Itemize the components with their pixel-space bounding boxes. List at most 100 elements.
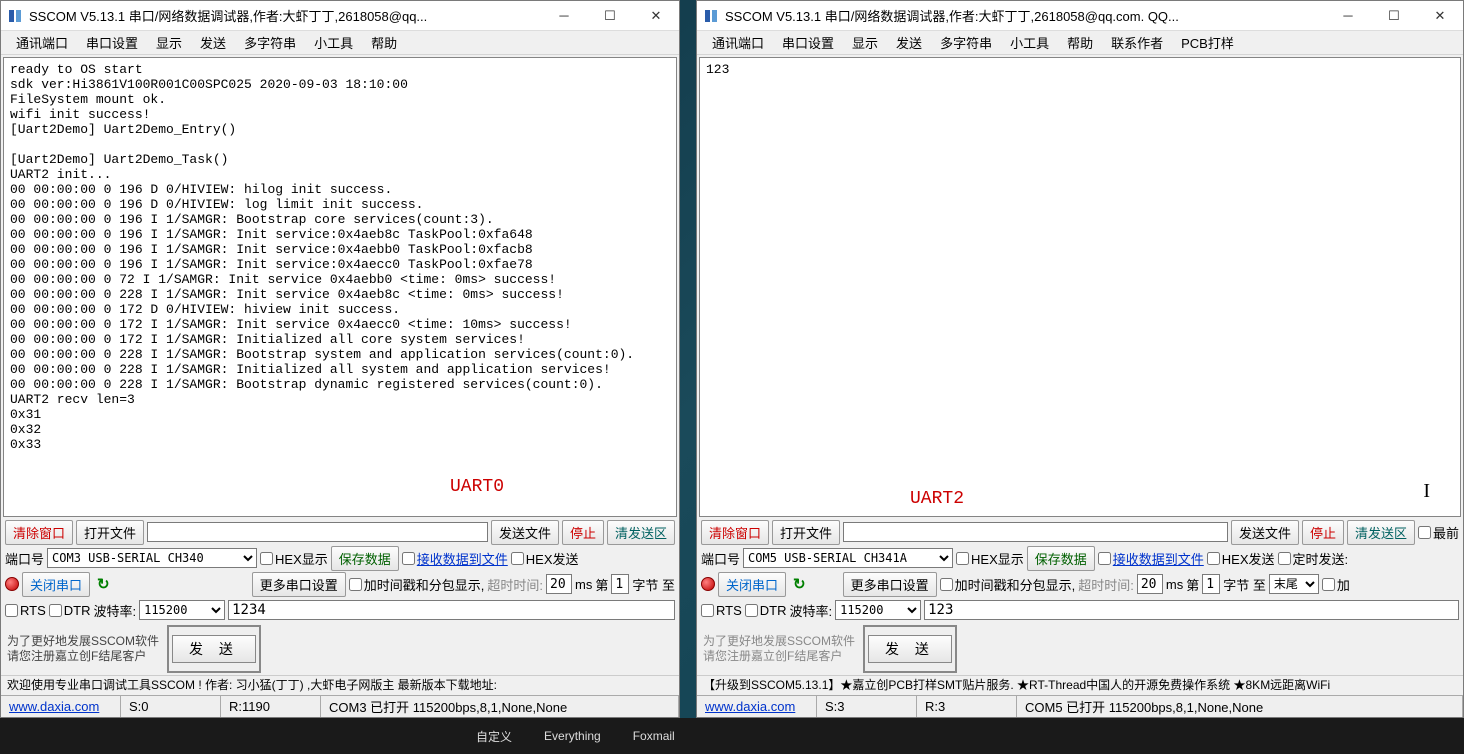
window-title: SSCOM V5.13.1 串口/网络数据调试器,作者:大虾丁丁,2618058… <box>29 6 541 25</box>
menu-contact[interactable]: 联系作者 <box>1102 31 1172 54</box>
port-select[interactable]: COM3 USB-SERIAL CH340 <box>47 548 257 568</box>
send-text-input[interactable] <box>924 600 1459 620</box>
more-settings-button[interactable]: 更多串口设置 <box>843 572 937 597</box>
menu-display[interactable]: 显示 <box>843 31 887 54</box>
send-text-input[interactable] <box>228 600 675 620</box>
close-button[interactable]: ✕ <box>633 1 679 31</box>
timeout-input[interactable] <box>546 574 572 594</box>
app-icon <box>703 8 719 24</box>
send-button[interactable]: 发 送 <box>868 635 952 663</box>
titlebar[interactable]: SSCOM V5.13.1 串口/网络数据调试器,作者:大虾丁丁,2618058… <box>697 1 1463 31</box>
menubar: 通讯端口 串口设置 显示 发送 多字符串 小工具 帮助 <box>1 31 679 55</box>
terminal-output[interactable]: 123UART2I <box>699 57 1461 517</box>
close-button[interactable]: ✕ <box>1417 1 1463 31</box>
minimize-button[interactable]: ─ <box>541 1 587 31</box>
timestamp-checkbox[interactable]: 加时间戳和分包显示, <box>940 575 1076 594</box>
close-com-button[interactable]: 关闭串口 <box>718 572 786 597</box>
open-file-button[interactable]: 打开文件 <box>772 520 840 545</box>
menu-multistr[interactable]: 多字符串 <box>235 31 305 54</box>
menu-help[interactable]: 帮助 <box>362 31 406 54</box>
recv-to-file-checkbox[interactable]: 接收数据到文件 <box>402 549 508 568</box>
recv-to-file-checkbox[interactable]: 接收数据到文件 <box>1098 549 1204 568</box>
file-path-input[interactable] <box>147 522 488 542</box>
record-icon <box>701 577 715 591</box>
send-file-button[interactable]: 发送文件 <box>491 520 559 545</box>
port-label: 端口号 <box>5 549 44 568</box>
menubar: 通讯端口 串口设置 显示 发送 多字符串 小工具 帮助 联系作者 PCB打样 <box>697 31 1463 55</box>
maximize-button[interactable]: ☐ <box>587 1 633 31</box>
reload-icon[interactable]: ↻ <box>93 575 114 593</box>
hex-show-checkbox[interactable]: HEX显示 <box>260 549 328 568</box>
timestamp-checkbox[interactable]: 加时间戳和分包显示, <box>349 575 485 594</box>
footer-links: 【升级到SSCOM5.13.1】★嘉立创PCB打样SMT贴片服务. ★RT-Th… <box>697 675 1463 695</box>
toolbar-row-1: 清除窗口 打开文件 发送文件 停止 清发送区 <box>1 519 679 545</box>
hex-send-checkbox[interactable]: HEX发送 <box>511 549 579 568</box>
save-data-button[interactable]: 保存数据 <box>331 546 399 571</box>
hex-send-checkbox[interactable]: HEX发送 <box>1207 549 1275 568</box>
byte-no-input[interactable] <box>611 574 629 594</box>
taskbar-item[interactable]: Foxmail <box>617 729 691 743</box>
menu-comm[interactable]: 通讯端口 <box>7 31 77 54</box>
status-site[interactable]: www.daxia.com <box>697 696 817 717</box>
status-site[interactable]: www.daxia.com <box>1 696 121 717</box>
minimize-button[interactable]: ─ <box>1325 1 1371 31</box>
menu-comm[interactable]: 通讯端口 <box>703 31 773 54</box>
menu-send[interactable]: 发送 <box>887 31 931 54</box>
hex-show-checkbox[interactable]: HEX显示 <box>956 549 1024 568</box>
dtr-checkbox[interactable]: DTR <box>745 603 787 618</box>
taskbar-item[interactable]: 自定义 <box>460 728 528 745</box>
toolbar-row-2: 端口号 COM5 USB-SERIAL CH341A HEX显示 保存数据 接收… <box>697 545 1463 571</box>
menu-display[interactable]: 显示 <box>147 31 191 54</box>
timeout-input[interactable] <box>1137 574 1163 594</box>
menu-help[interactable]: 帮助 <box>1058 31 1102 54</box>
status-bar: www.daxia.com S:3 R:3 COM5 已打开 115200bps… <box>697 695 1463 717</box>
taskbar-item[interactable]: Everything <box>528 729 617 743</box>
byte-no-input[interactable] <box>1202 574 1220 594</box>
jia-checkbox[interactable]: 加 <box>1322 575 1350 594</box>
taskbar[interactable]: 自定义 Everything Foxmail <box>0 718 1464 754</box>
send-file-button[interactable]: 发送文件 <box>1231 520 1299 545</box>
menu-pcb[interactable]: PCB打样 <box>1172 31 1243 54</box>
open-file-button[interactable]: 打开文件 <box>76 520 144 545</box>
status-com: COM3 已打开 115200bps,8,1,None,None <box>321 696 679 717</box>
clear-window-button[interactable]: 清除窗口 <box>701 520 769 545</box>
timeout-label: 超时时间: <box>1078 575 1134 594</box>
titlebar[interactable]: SSCOM V5.13.1 串口/网络数据调试器,作者:大虾丁丁,2618058… <box>1 1 679 31</box>
clear-send-button[interactable]: 清发送区 <box>607 520 675 545</box>
stop-button[interactable]: 停止 <box>562 520 604 545</box>
menu-serial[interactable]: 串口设置 <box>77 31 147 54</box>
rts-checkbox[interactable]: RTS <box>701 603 742 618</box>
menu-tools[interactable]: 小工具 <box>305 31 362 54</box>
menu-multistr[interactable]: 多字符串 <box>931 31 1001 54</box>
close-com-button[interactable]: 关闭串口 <box>22 572 90 597</box>
status-r: R:3 <box>917 696 1017 717</box>
send-button[interactable]: 发 送 <box>172 635 256 663</box>
mowei-select[interactable]: 末尾 <box>1269 574 1319 594</box>
menu-send[interactable]: 发送 <box>191 31 235 54</box>
stop-button[interactable]: 停止 <box>1302 520 1344 545</box>
dtr-checkbox[interactable]: DTR <box>49 603 91 618</box>
clear-window-button[interactable]: 清除窗口 <box>5 520 73 545</box>
maximize-button[interactable]: ☐ <box>1371 1 1417 31</box>
menu-tools[interactable]: 小工具 <box>1001 31 1058 54</box>
timeout-label: 超时时间: <box>487 575 543 594</box>
toolbar-row-4: RTS DTR 波特率: 115200 <box>697 597 1463 623</box>
baud-select[interactable]: 115200 <box>835 600 921 620</box>
rts-checkbox[interactable]: RTS <box>5 603 46 618</box>
save-data-button[interactable]: 保存数据 <box>1027 546 1095 571</box>
more-settings-button[interactable]: 更多串口设置 <box>252 572 346 597</box>
toolbar-row-2: 端口号 COM3 USB-SERIAL CH340 HEX显示 保存数据 接收数… <box>1 545 679 571</box>
menu-serial[interactable]: 串口设置 <box>773 31 843 54</box>
baud-select[interactable]: 115200 <box>139 600 225 620</box>
port-select[interactable]: COM5 USB-SERIAL CH341A <box>743 548 953 568</box>
promo-row: 为了更好地发展SSCOM软件 请您注册嘉立创F结尾客户 发 送 <box>697 623 1463 675</box>
baud-label: 波特率: <box>93 601 136 620</box>
file-path-input[interactable] <box>843 522 1228 542</box>
toolbar-row-3: 关闭串口 ↻ 更多串口设置 加时间戳和分包显示, 超时时间: ms 第 字节 至 <box>1 571 679 597</box>
topmost-checkbox[interactable]: 最前 <box>1418 523 1459 542</box>
clear-send-button[interactable]: 清发送区 <box>1347 520 1415 545</box>
terminal-output[interactable]: ready to OS start sdk ver:Hi3861V100R001… <box>3 57 677 517</box>
timed-send-checkbox[interactable]: 定时发送: <box>1278 549 1349 568</box>
reload-icon[interactable]: ↻ <box>789 575 810 593</box>
footer-links: 欢迎使用专业串口调试工具SSCOM ! 作者: 习小猛(丁丁) ,大虾电子网版主… <box>1 675 679 695</box>
